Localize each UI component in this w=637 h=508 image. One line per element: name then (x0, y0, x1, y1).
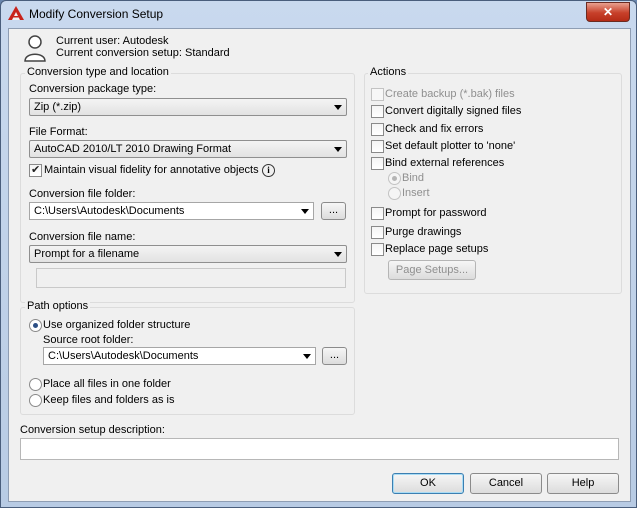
chevron-down-icon (334, 147, 342, 152)
current-user-text: Current user: Autodesk (56, 35, 169, 47)
prompt-password-label: Prompt for password (385, 207, 487, 219)
current-setup-text: Current conversion setup: Standard (56, 47, 230, 59)
bind-radio-label: Bind (402, 172, 425, 184)
conversion-file-name-value: Prompt for a filename (34, 248, 140, 260)
file-format-select[interactable]: AutoCAD 2010/LT 2010 Drawing Format (29, 140, 347, 158)
replace-page-setups-checkbox[interactable] (371, 243, 384, 256)
conversion-group-title: Conversion type and location (25, 66, 171, 78)
create-backup-checkbox[interactable] (371, 88, 384, 101)
default-plotter-checkbox[interactable] (371, 140, 384, 153)
convert-signed-label: Convert digitally signed files (385, 105, 522, 117)
file-format-value: AutoCAD 2010/LT 2010 Drawing Format (34, 143, 232, 155)
dialog-body: Current user: Autodesk Current conversio… (8, 28, 631, 502)
package-type-select[interactable]: Zip (*.zip) (29, 98, 347, 116)
autocad-app-icon (8, 6, 24, 20)
one-folder-label: Place all files in one folder (43, 378, 171, 390)
conversion-folder-browse-button[interactable]: ... (321, 202, 346, 220)
insert-radio[interactable] (388, 187, 401, 200)
chevron-down-icon[interactable] (303, 354, 311, 359)
source-root-browse-button[interactable]: ... (322, 347, 347, 365)
source-root-combo[interactable]: C:\Users\Autodesk\Documents (43, 347, 316, 365)
fidelity-checkbox[interactable]: ✔ (29, 164, 42, 177)
window-title: Modify Conversion Setup (29, 7, 164, 21)
file-format-label: File Format: (29, 126, 88, 138)
one-folder-radio[interactable] (29, 378, 42, 391)
check-fix-errors-label: Check and fix errors (385, 123, 484, 135)
cancel-button[interactable]: Cancel (470, 473, 542, 494)
organized-folder-radio[interactable] (29, 319, 42, 332)
chevron-down-icon (334, 105, 342, 110)
source-root-value: C:\Users\Autodesk\Documents (48, 350, 199, 362)
bind-xrefs-checkbox[interactable] (371, 157, 384, 170)
source-root-label: Source root folder: (43, 334, 134, 346)
chevron-down-icon[interactable] (301, 209, 309, 214)
chevron-down-icon (334, 252, 342, 257)
check-fix-errors-checkbox[interactable] (371, 123, 384, 136)
user-icon (24, 35, 46, 62)
info-icon[interactable]: i (262, 164, 275, 177)
purge-drawings-checkbox[interactable] (371, 226, 384, 239)
default-plotter-label: Set default plotter to 'none' (385, 140, 516, 152)
dialog-window: Modify Conversion Setup ✕ Current user: … (0, 0, 637, 508)
description-label: Conversion setup description: (20, 424, 165, 436)
replace-page-setups-label: Replace page setups (385, 243, 489, 255)
keep-files-label: Keep files and folders as is (43, 394, 175, 406)
fidelity-label: Maintain visual fidelity for annotative … (44, 164, 259, 176)
description-input[interactable] (20, 438, 619, 460)
prompt-password-checkbox[interactable] (371, 207, 384, 220)
path-options-title: Path options (25, 300, 91, 312)
conversion-folder-value: C:\Users\Autodesk\Documents (34, 205, 185, 217)
insert-radio-label: Insert (402, 187, 430, 199)
conversion-file-name-select[interactable]: Prompt for a filename (29, 245, 347, 263)
convert-signed-checkbox[interactable] (371, 105, 384, 118)
page-setups-button[interactable]: Page Setups... (388, 260, 476, 280)
radio-selected-dot (392, 176, 397, 181)
title-bar[interactable]: Modify Conversion Setup ✕ (1, 1, 636, 27)
close-button[interactable]: ✕ (586, 2, 630, 22)
keep-files-radio[interactable] (29, 394, 42, 407)
organized-folder-label: Use organized folder structure (43, 319, 191, 331)
create-backup-label: Create backup (*.bak) files (385, 88, 515, 100)
conversion-folder-label: Conversion file folder: (29, 188, 136, 200)
checkmark-icon: ✔ (31, 164, 41, 176)
purge-drawings-label: Purge drawings (385, 226, 462, 238)
package-type-label: Conversion package type: (29, 83, 157, 95)
actions-group-title: Actions (368, 66, 409, 78)
close-icon: ✕ (602, 5, 614, 19)
bind-radio[interactable] (388, 172, 401, 185)
conversion-file-name-field[interactable] (36, 268, 346, 288)
radio-selected-dot (33, 323, 38, 328)
package-type-value: Zip (*.zip) (34, 101, 82, 113)
bind-xrefs-label: Bind external references (385, 157, 505, 169)
ok-button[interactable]: OK (392, 473, 464, 494)
help-button[interactable]: Help (547, 473, 619, 494)
conversion-folder-combo[interactable]: C:\Users\Autodesk\Documents (29, 202, 314, 220)
conversion-file-name-label: Conversion file name: (29, 231, 136, 243)
